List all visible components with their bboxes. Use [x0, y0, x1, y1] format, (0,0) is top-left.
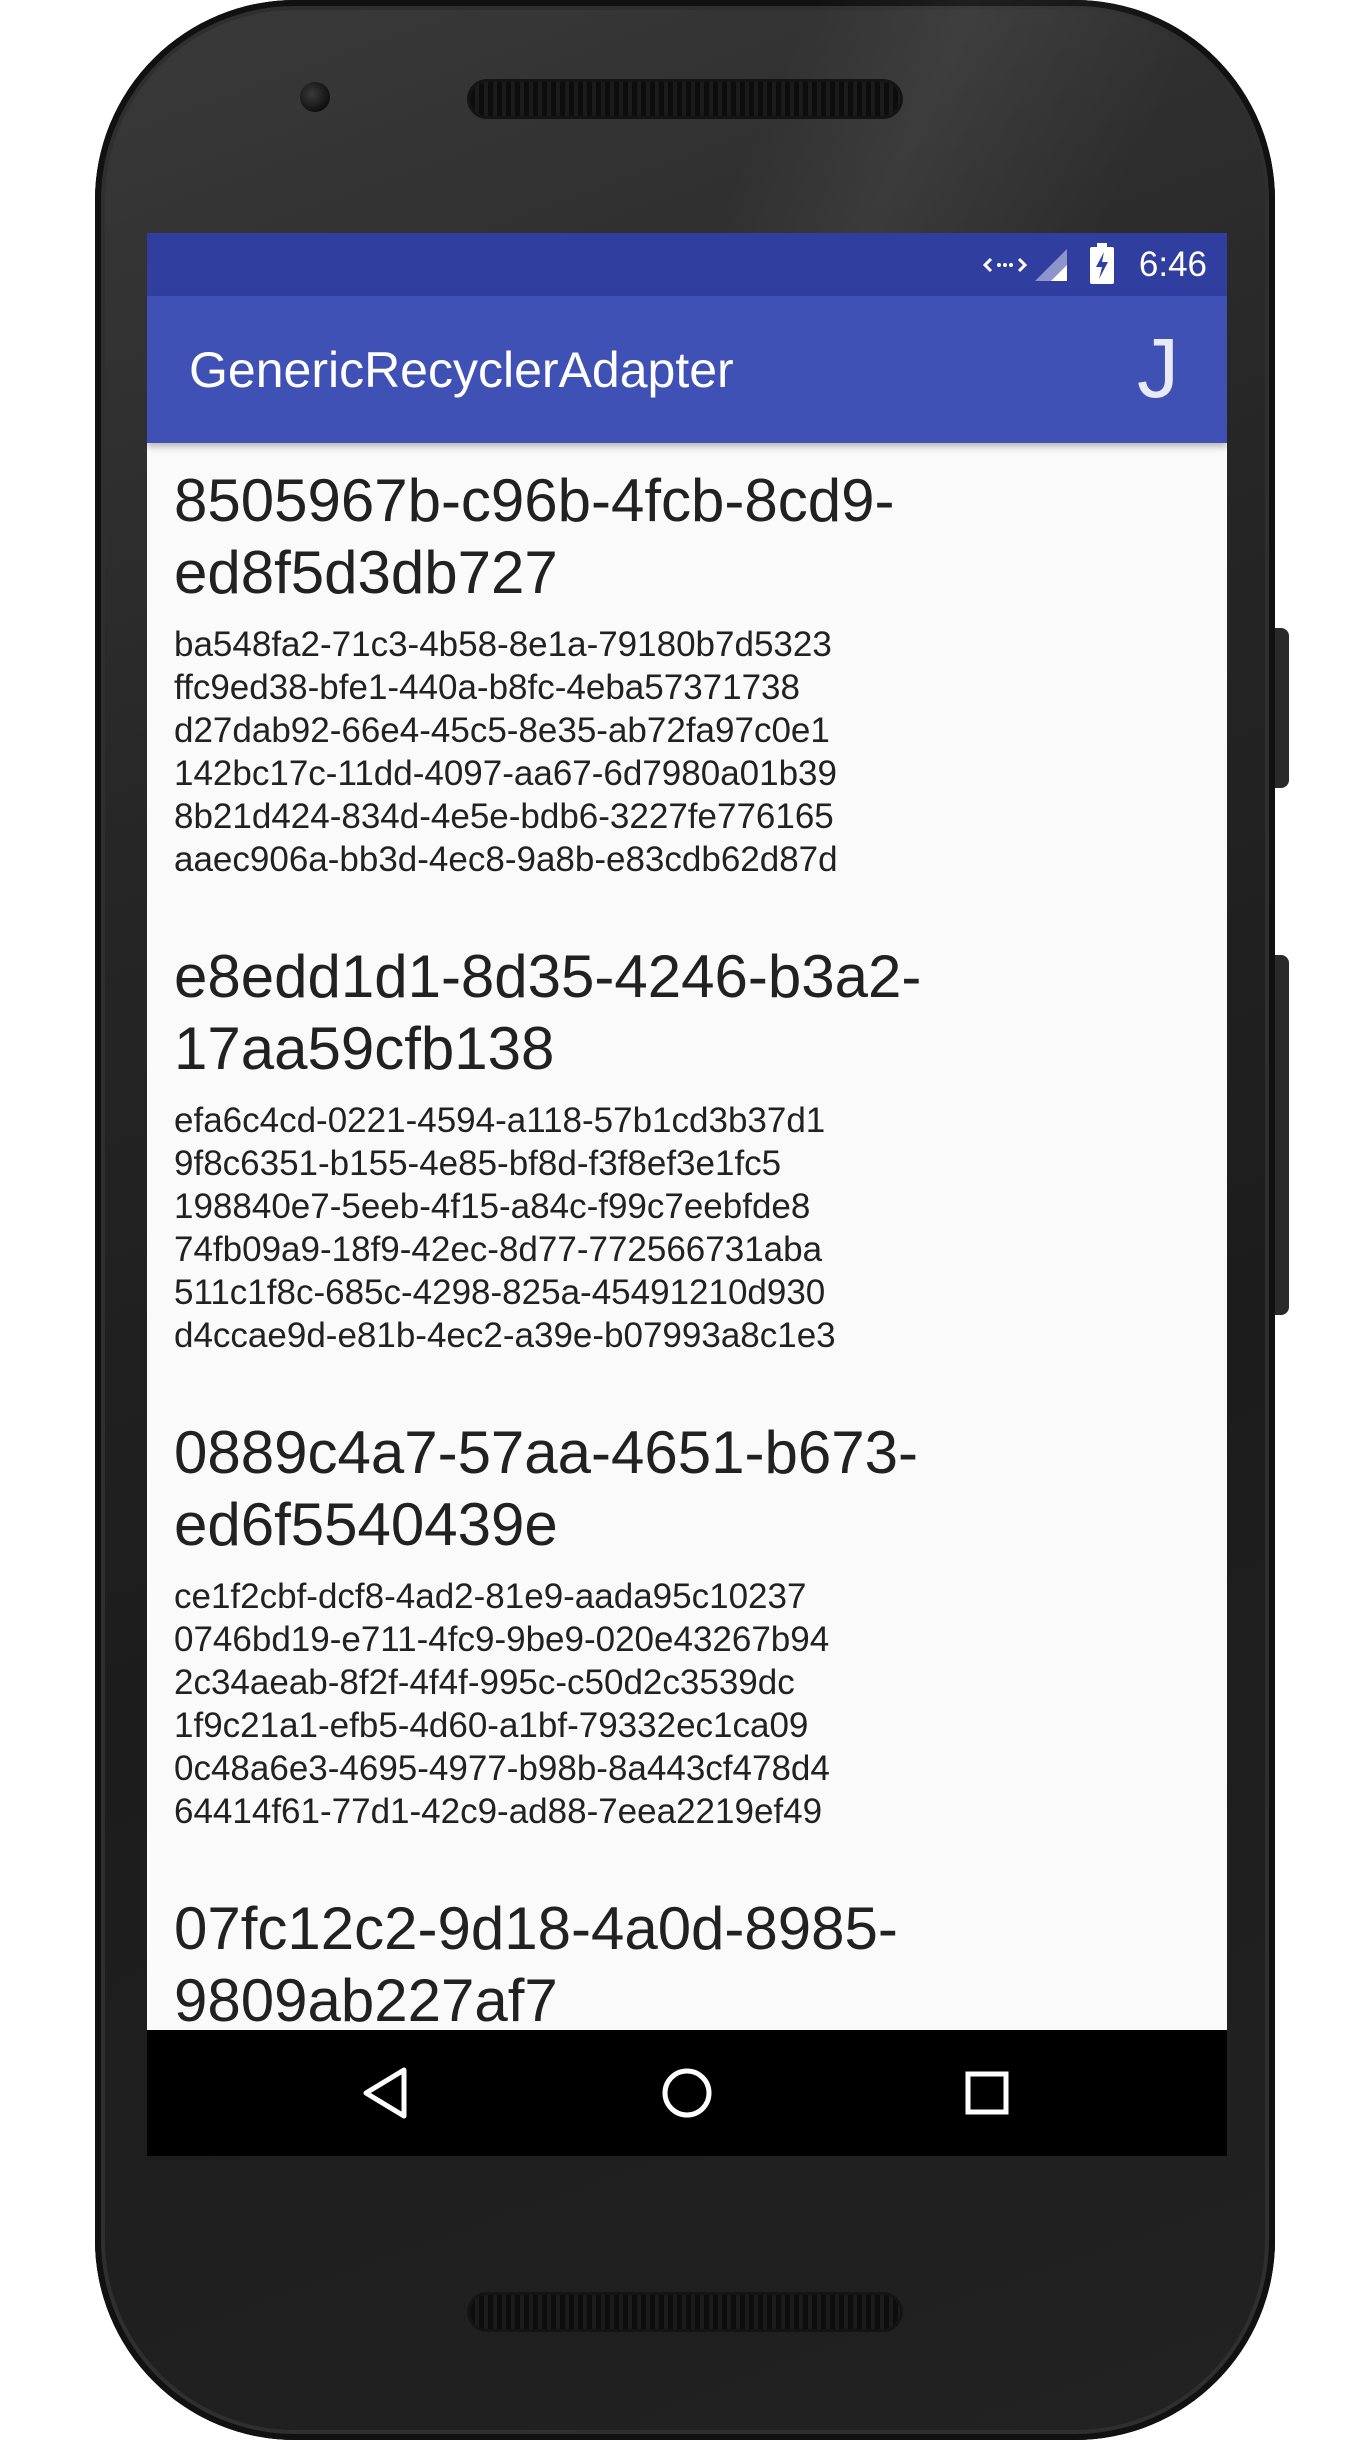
item-title-line: 0889c4a7-57aa-4651-b673-: [174, 1419, 918, 1486]
item-title-line: 8505967b-c96b-4fcb-8cd9-: [174, 467, 895, 534]
item-title-line: 07fc12c2-9d18-4a0d-8985-: [174, 1895, 898, 1962]
app-title: GenericRecyclerAdapter: [189, 342, 734, 398]
navigation-bar: [147, 2030, 1227, 2156]
bottom-speaker: [470, 2295, 900, 2329]
item-subtitle-lines: efa6c4cd-0221-4594-a118-57b1cd3b37d1 9f8…: [174, 1099, 1174, 1357]
item-line: 2c34aeab-8f2f-4f4f-995c-c50d2c3539dc: [174, 1663, 795, 1702]
item-title: 0889c4a7-57aa-4651-b673- ed6f5540439e: [174, 1417, 1174, 1561]
item-title-line: 17aa59cfb138: [174, 1015, 555, 1082]
data-arrows-icon: [983, 257, 1027, 273]
app-bar: GenericRecyclerAdapter J: [147, 296, 1227, 443]
item-line: aaec906a-bb3d-4ec8-9a8b-e83cdb62d87d: [174, 840, 838, 879]
item-title-line: ed6f5540439e: [174, 1491, 558, 1558]
item-line: 0c48a6e3-4695-4977-b98b-8a443cf478d4: [174, 1749, 830, 1788]
item-line: 8b21d424-834d-4e5e-bdb6-3227fe776165: [174, 797, 834, 836]
home-icon[interactable]: [652, 2058, 722, 2128]
item-title: e8edd1d1-8d35-4246-b3a2- 17aa59cfb138: [174, 941, 1174, 1085]
item-title: 8505967b-c96b-4fcb-8cd9- ed8f5d3db727: [174, 465, 1174, 609]
item-line: ce1f2cbf-dcf8-4ad2-81e9-aada95c10237: [174, 1577, 807, 1616]
battery-charging-icon: [1090, 243, 1114, 284]
recents-icon[interactable]: [952, 2058, 1022, 2128]
item-line: 74fb09a9-18f9-42ec-8d77-772566731aba: [174, 1230, 823, 1269]
item-line: ba548fa2-71c3-4b58-8e1a-79180b7d5323: [174, 625, 832, 664]
item-line: 142bc17c-11dd-4097-aa67-6d7980a01b39: [174, 754, 837, 793]
item-line: 511c1f8c-685c-4298-825a-45491210d930: [174, 1273, 826, 1312]
list-item[interactable]: 07fc12c2-9d18-4a0d-8985- 9809ab227af7: [174, 1893, 1174, 2037]
status-time: 6:46: [1138, 245, 1207, 284]
front-camera: [300, 82, 330, 112]
status-bar: 6:46: [147, 233, 1227, 296]
item-line: 0746bd19-e711-4fc9-9be9-020e43267b94: [174, 1620, 830, 1659]
list-item[interactable]: 0889c4a7-57aa-4651-b673- ed6f5540439e ce…: [174, 1417, 1174, 1833]
item-title-line: 9809ab227af7: [174, 1967, 558, 2034]
volume-button: [1275, 628, 1289, 788]
item-line: efa6c4cd-0221-4594-a118-57b1cd3b37d1: [174, 1101, 826, 1140]
item-line: d27dab92-66e4-45c5-8e35-ab72fa97c0e1: [174, 711, 830, 750]
j-action-icon[interactable]: J: [1137, 326, 1179, 410]
screen: 6:46 GenericRecyclerAdapter J 8505967b-c…: [147, 233, 1227, 2156]
item-line: ffc9ed38-bfe1-440a-b8fc-4eba57371738: [174, 668, 800, 707]
item-line: 64414f61-77d1-42c9-ad88-7eea2219ef49: [174, 1792, 823, 1831]
item-line: 9f8c6351-b155-4e85-bf8d-f3f8ef3e1fc5: [174, 1144, 782, 1183]
item-line: 198840e7-5eeb-4f15-a84c-f99c7eebfde8: [174, 1187, 811, 1226]
item-title: 07fc12c2-9d18-4a0d-8985- 9809ab227af7: [174, 1893, 1174, 2037]
item-line: 1f9c21a1-efb5-4d60-a1bf-79332ec1ca09: [174, 1706, 809, 1745]
item-line: d4ccae9d-e81b-4ec2-a39e-b07993a8c1e3: [174, 1316, 836, 1355]
item-title-line: e8edd1d1-8d35-4246-b3a2-: [174, 943, 922, 1010]
item-subtitle-lines: ba548fa2-71c3-4b58-8e1a-79180b7d5323 ffc…: [174, 623, 1174, 881]
item-subtitle-lines: ce1f2cbf-dcf8-4ad2-81e9-aada95c10237 074…: [174, 1575, 1174, 1833]
item-title-line: ed8f5d3db727: [174, 539, 558, 606]
list-item[interactable]: 8505967b-c96b-4fcb-8cd9- ed8f5d3db727 ba…: [174, 465, 1174, 881]
signal-icon: [1035, 249, 1067, 281]
list-item[interactable]: e8edd1d1-8d35-4246-b3a2- 17aa59cfb138 ef…: [174, 941, 1174, 1357]
power-button: [1275, 955, 1289, 1315]
top-speaker: [470, 82, 900, 116]
back-icon[interactable]: [352, 2058, 422, 2128]
